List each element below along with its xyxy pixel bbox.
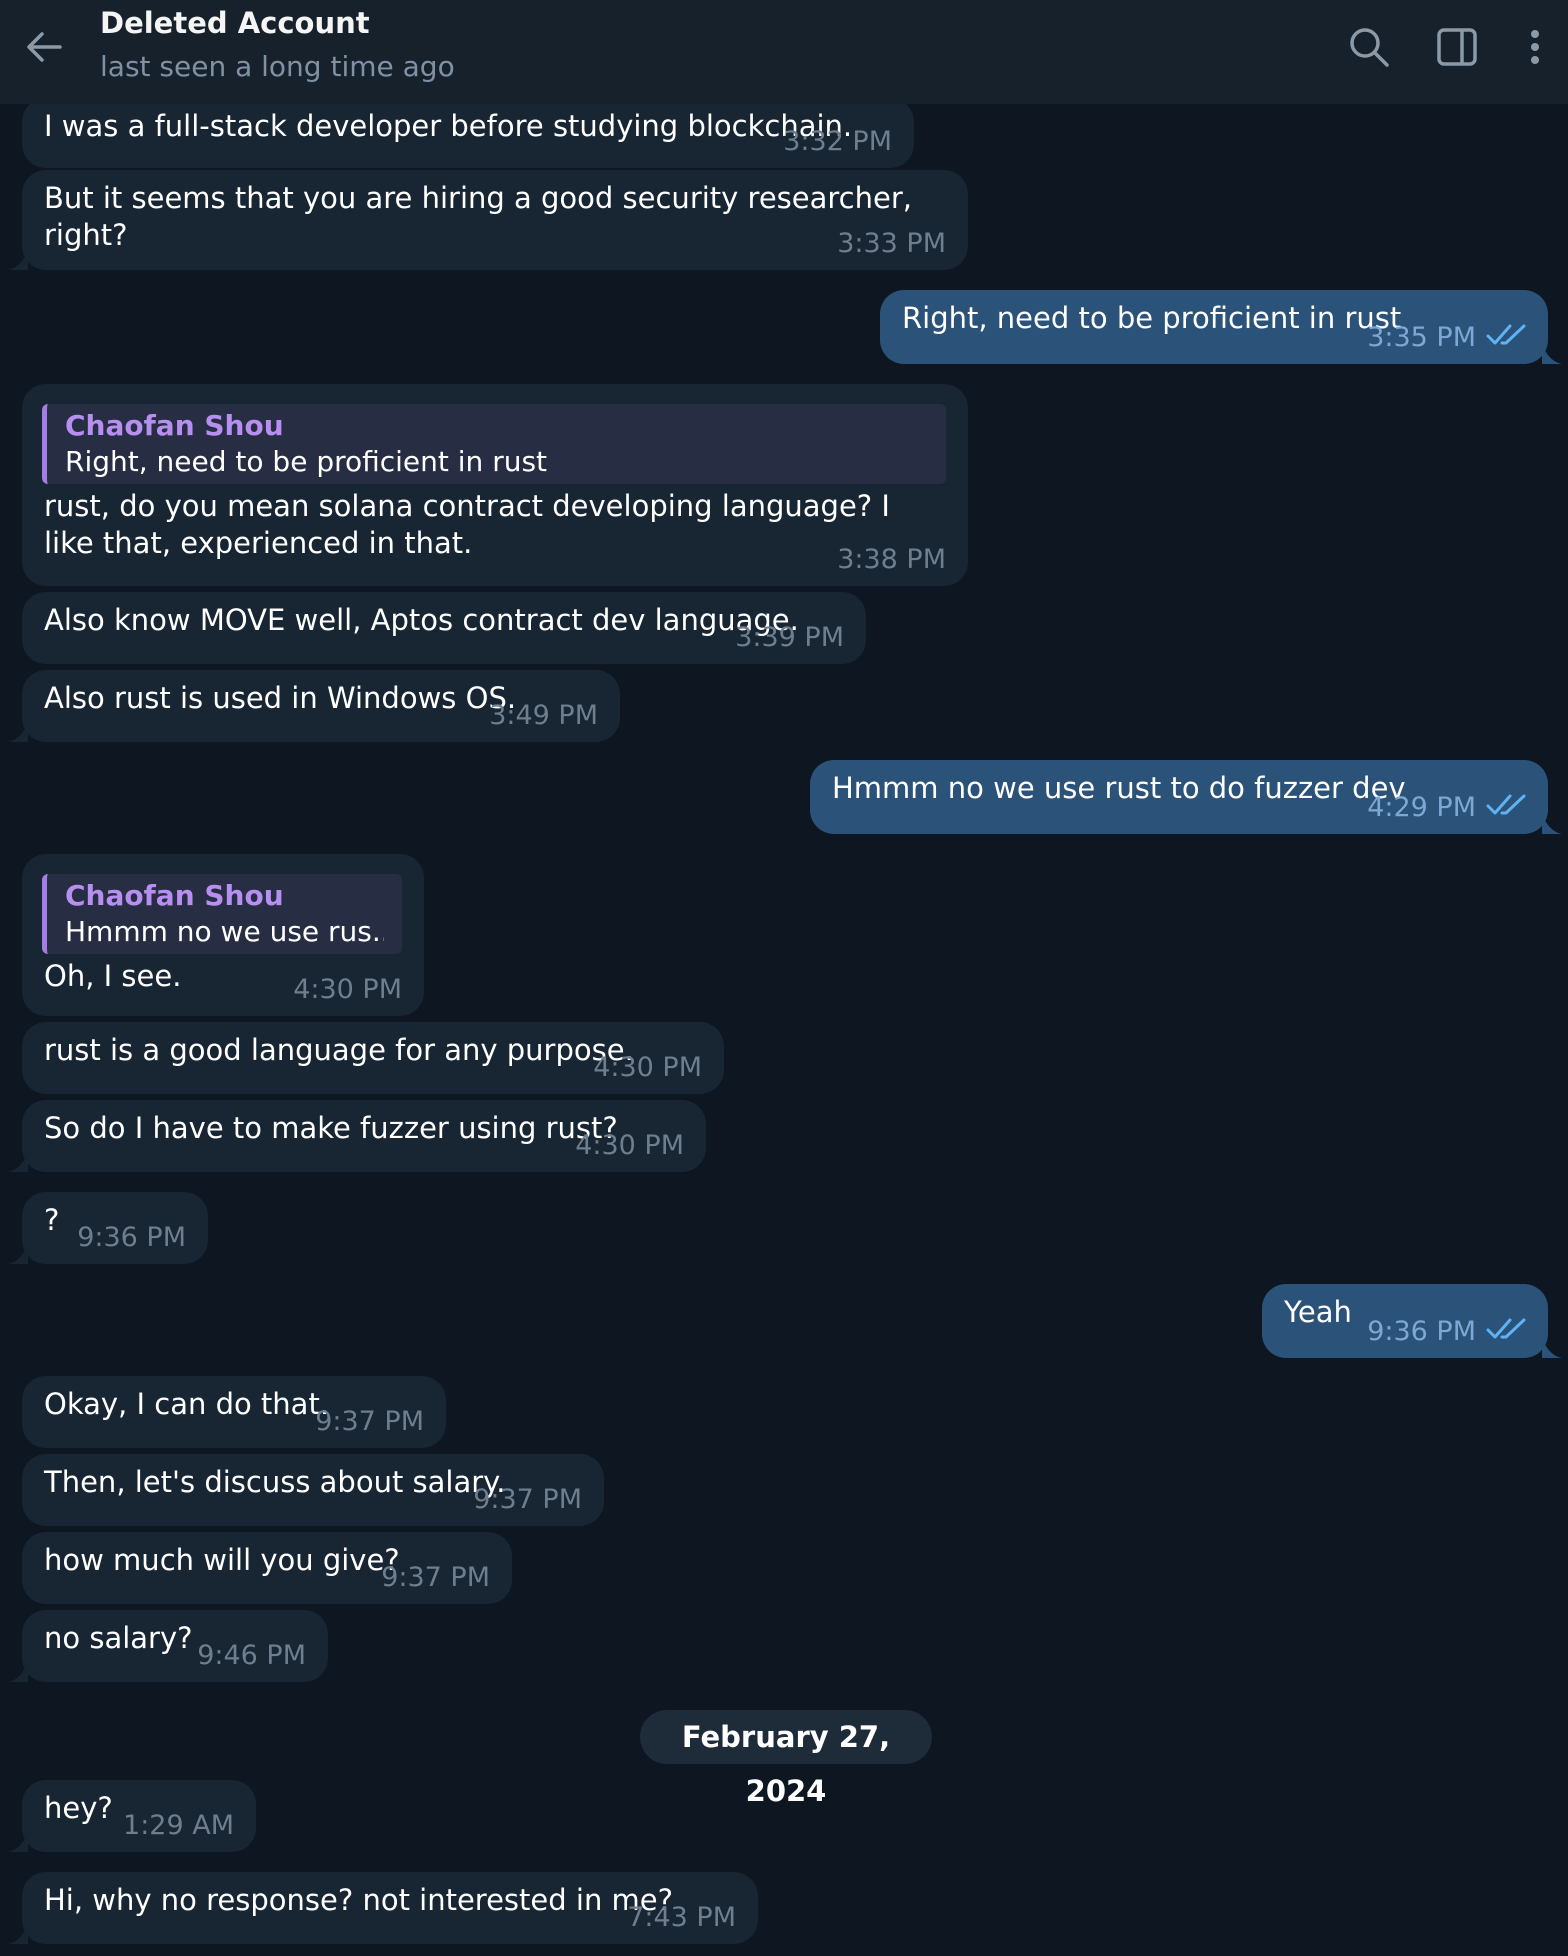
message-outgoing[interactable]: Right, need to be proficient in rust 3:3… bbox=[880, 290, 1562, 364]
reply-quote[interactable]: Chaofan Shou Right, need to be proficien… bbox=[42, 404, 946, 484]
reply-quote[interactable]: Chaofan Shou Hmmm no we use rus... bbox=[42, 874, 402, 954]
bubble-tail bbox=[8, 1244, 28, 1264]
message-text: Hi, why no response? not interested in m… bbox=[44, 1883, 674, 1917]
message-incoming[interactable]: Also rust is used in Windows OS. 3:49 PM bbox=[8, 670, 620, 742]
message-outgoing[interactable]: Hmmm no we use rust to do fuzzer dev 4:2… bbox=[810, 760, 1562, 834]
message-text: no salary? bbox=[44, 1621, 193, 1655]
message-incoming[interactable]: no salary? 9:46 PM bbox=[8, 1610, 328, 1682]
message-incoming[interactable]: Then, let's discuss about salary. 9:37 P… bbox=[22, 1454, 604, 1526]
message-text: Yeah bbox=[1284, 1295, 1352, 1329]
message-text: So do I have to make fuzzer using rust? bbox=[44, 1111, 618, 1145]
message-text: Right, need to be proficient in rust bbox=[902, 301, 1402, 335]
sidebar-toggle-icon[interactable] bbox=[1430, 20, 1484, 74]
message-text: Also know MOVE well, Aptos contract dev … bbox=[44, 603, 799, 637]
double-check-icon bbox=[1486, 1318, 1526, 1339]
message-incoming[interactable]: Chaofan Shou Right, need to be proficien… bbox=[22, 384, 968, 586]
message-time: 9:37 PM bbox=[315, 1406, 424, 1437]
chat-title[interactable]: Deleted Account bbox=[100, 6, 370, 40]
date-separator: February 27, 2024 bbox=[640, 1710, 932, 1808]
message-text: I was a full-stack developer before stud… bbox=[44, 109, 853, 143]
message-text: But it seems that you are hiring a good … bbox=[44, 181, 912, 252]
message-incoming[interactable]: But it seems that you are hiring a good … bbox=[8, 170, 968, 270]
message-incoming[interactable]: ? 9:36 PM bbox=[8, 1192, 208, 1264]
bubble-tail bbox=[1542, 814, 1562, 834]
last-seen-status: last seen a long time ago bbox=[100, 50, 455, 83]
message-time: 4:29 PM bbox=[1367, 792, 1476, 823]
message-time: 3:49 PM bbox=[489, 700, 598, 731]
message-text: hey? bbox=[44, 1791, 113, 1825]
message-text: ? bbox=[44, 1203, 60, 1237]
message-time: 3:38 PM bbox=[837, 544, 946, 575]
message-time: 9:36 PM bbox=[1367, 1316, 1476, 1347]
message-incoming[interactable]: I was a full-stack developer before stud… bbox=[22, 104, 914, 168]
message-time: 9:36 PM bbox=[77, 1222, 186, 1253]
message-incoming[interactable]: hey? 1:29 AM bbox=[8, 1780, 256, 1852]
bubble-tail bbox=[8, 1662, 28, 1682]
message-incoming[interactable]: rust is a good language for any purpose.… bbox=[22, 1022, 724, 1094]
bubble-tail bbox=[1542, 344, 1562, 364]
back-arrow-icon[interactable] bbox=[20, 22, 70, 72]
message-incoming[interactable]: Chaofan Shou Hmmm no we use rus... Oh, I… bbox=[22, 854, 424, 1016]
double-check-icon bbox=[1486, 794, 1526, 815]
reply-text: Hmmm no we use rus... bbox=[65, 915, 384, 948]
message-outgoing[interactable]: Yeah 9:36 PM bbox=[1262, 1284, 1562, 1358]
chat-header: Deleted Account last seen a long time ag… bbox=[0, 0, 1568, 104]
message-incoming[interactable]: Also know MOVE well, Aptos contract dev … bbox=[22, 592, 866, 664]
search-icon[interactable] bbox=[1342, 20, 1396, 74]
bubble-tail bbox=[8, 722, 28, 742]
bubble-tail bbox=[8, 250, 28, 270]
message-time: 9:37 PM bbox=[473, 1484, 582, 1515]
message-incoming[interactable]: Okay, I can do that. 9:37 PM bbox=[22, 1376, 446, 1448]
message-time: 4:30 PM bbox=[593, 1052, 702, 1083]
bubble-tail bbox=[1542, 1338, 1562, 1358]
message-incoming[interactable]: how much will you give? 9:37 PM bbox=[22, 1532, 512, 1604]
message-text: rust, do you mean solana contract develo… bbox=[44, 489, 890, 560]
message-time: 7:43 PM bbox=[627, 1902, 736, 1933]
message-incoming[interactable]: Hi, why no response? not interested in m… bbox=[8, 1872, 758, 1944]
message-time: 9:46 PM bbox=[197, 1640, 306, 1671]
message-text: Then, let's discuss about salary. bbox=[44, 1465, 506, 1499]
reply-author: Chaofan Shou bbox=[65, 879, 284, 912]
message-time: 1:29 AM bbox=[123, 1810, 234, 1841]
message-time: 9:37 PM bbox=[381, 1562, 490, 1593]
message-time: 4:30 PM bbox=[293, 974, 402, 1005]
bubble-tail bbox=[8, 1152, 28, 1172]
more-vert-icon[interactable] bbox=[1510, 20, 1560, 74]
message-text: how much will you give? bbox=[44, 1543, 400, 1577]
bubble-tail bbox=[8, 1832, 28, 1852]
reply-author: Chaofan Shou bbox=[65, 409, 284, 442]
message-time: 3:32 PM bbox=[783, 126, 892, 157]
message-text: Hmmm no we use rust to do fuzzer dev bbox=[832, 771, 1406, 805]
reply-text: Right, need to be proficient in rust bbox=[65, 445, 548, 478]
bubble-tail bbox=[8, 1924, 28, 1944]
message-text: Also rust is used in Windows OS. bbox=[44, 681, 517, 715]
message-time: 3:33 PM bbox=[837, 228, 946, 259]
double-check-icon bbox=[1486, 324, 1526, 345]
message-incoming[interactable]: So do I have to make fuzzer using rust? … bbox=[8, 1100, 706, 1172]
message-time: 3:35 PM bbox=[1367, 322, 1476, 353]
message-text: Okay, I can do that. bbox=[44, 1387, 330, 1421]
message-time: 3:39 PM bbox=[735, 622, 844, 653]
message-list[interactable]: I was a full-stack developer before stud… bbox=[0, 104, 1568, 1956]
message-time: 4:30 PM bbox=[575, 1130, 684, 1161]
message-text: rust is a good language for any purpose. bbox=[44, 1033, 634, 1067]
